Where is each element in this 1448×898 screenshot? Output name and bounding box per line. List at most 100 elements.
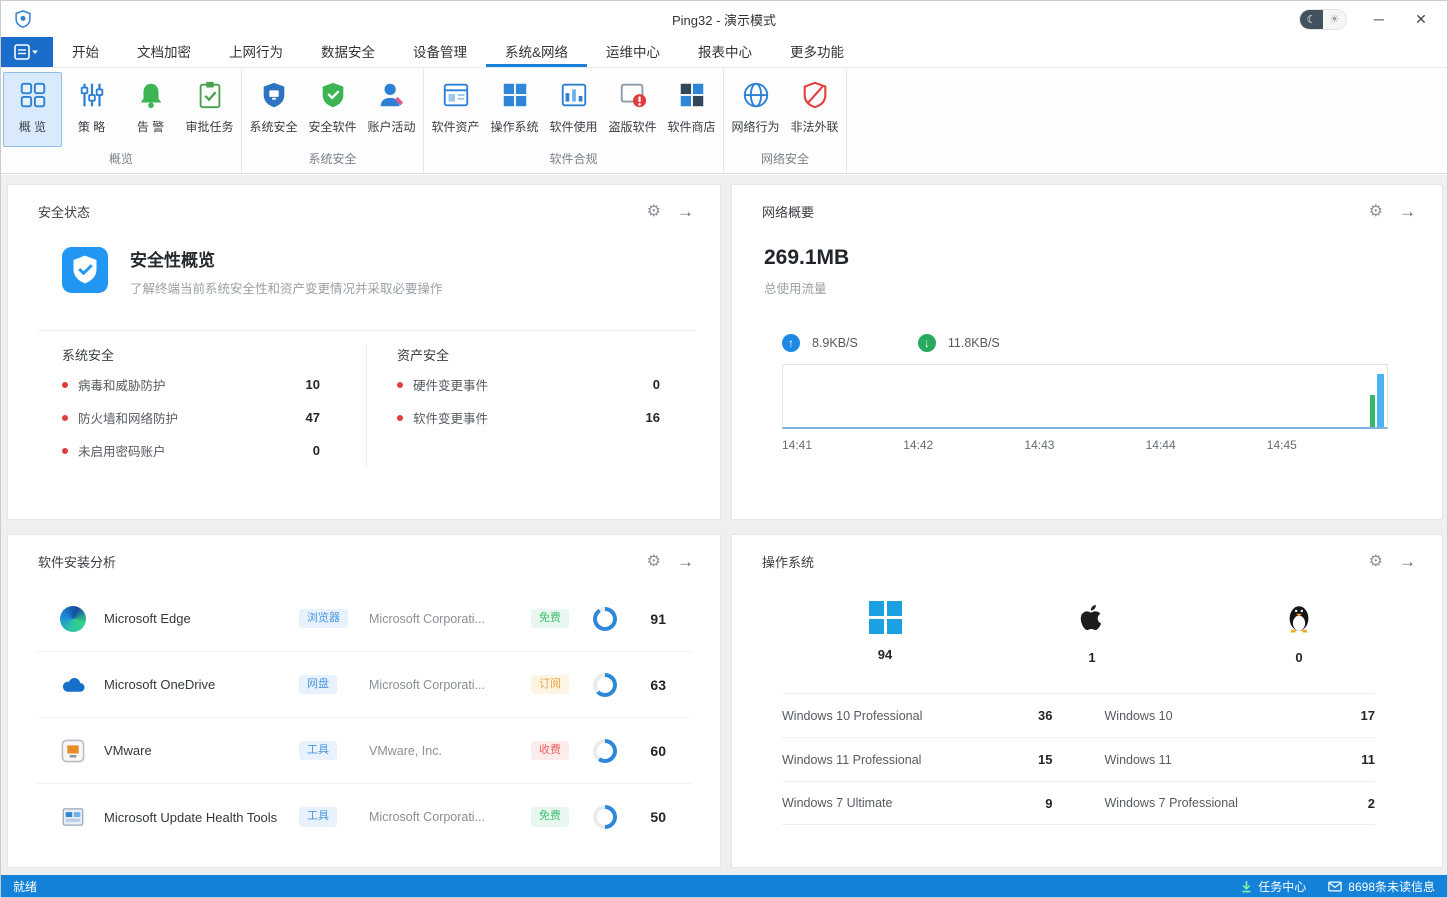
os-card-title: 操作系统: [762, 552, 814, 571]
ribbon-item-account-activity[interactable]: 账户活动: [362, 72, 421, 147]
ribbon-item-overview[interactable]: 概 览: [3, 72, 62, 147]
unread-messages-button[interactable]: 8698条未读信息: [1328, 878, 1435, 895]
column-title: 资产安全: [397, 345, 660, 364]
main-content: 安全状态 ⚙ → 安全性概览 了解终端当前系统安全性和资产变更情况并采取必要操作…: [1, 175, 1447, 877]
gear-icon[interactable]: ⚙: [647, 554, 661, 570]
group-label-system-security: 系统安全: [242, 147, 423, 173]
apple-logo-icon: [1077, 601, 1107, 637]
table-row[interactable]: Windows 7 Ultimate9 Windows 7 Profession…: [782, 781, 1375, 825]
ribbon-item-approval-tasks[interactable]: 审批任务: [180, 72, 239, 147]
tab-more-features[interactable]: 更多功能: [771, 37, 863, 67]
table-row[interactable]: Windows 10 Professional36 Windows 1017: [782, 693, 1375, 737]
network-total-label: 总使用流量: [764, 278, 1442, 297]
platform-linux[interactable]: 0: [1264, 601, 1334, 665]
ribbon-item-system-security[interactable]: 系统安全: [244, 72, 303, 147]
software-row-vmware[interactable]: VMware 工具 VMware, Inc. 收费 60: [36, 718, 692, 784]
app-logo-icon: [13, 9, 33, 29]
overview-grid-icon: [18, 80, 48, 110]
upload-icon: ↑: [782, 334, 800, 352]
platform-windows[interactable]: 94: [850, 601, 920, 665]
card-software-analysis: 软件安装分析 ⚙ → Microsoft Edge 浏览器 Microsoft …: [7, 534, 721, 868]
alert-bell-icon: [136, 80, 166, 110]
progress-ring: [593, 805, 617, 829]
arrow-right-icon[interactable]: →: [1399, 203, 1416, 220]
minimize-button[interactable]: ─: [1369, 11, 1389, 27]
download-icon: ↓: [918, 334, 936, 352]
arrow-right-icon[interactable]: →: [1399, 553, 1416, 570]
sun-icon[interactable]: ☀: [1323, 9, 1346, 30]
download-bar: [1370, 395, 1375, 427]
divider: [38, 330, 696, 331]
ribbon-item-pirated-software[interactable]: 盗版软件: [603, 72, 662, 147]
license-badge: 免费: [531, 609, 569, 628]
license-badge: 免费: [531, 807, 569, 826]
progress-ring: [593, 673, 617, 697]
pirated-warning-icon: [618, 80, 648, 110]
software-asset-window-icon: [441, 80, 471, 110]
network-traffic-chart[interactable]: [782, 364, 1388, 429]
table-row[interactable]: Windows 11 Professional15 Windows 1111: [782, 737, 1375, 781]
stat-row-software-change[interactable]: 软件变更事件 16: [397, 401, 660, 434]
windows-logo-icon: [869, 601, 902, 634]
approval-clipboard-icon: [195, 80, 225, 110]
tab-report-center[interactable]: 报表中心: [679, 37, 771, 67]
progress-ring: [593, 739, 617, 763]
ribbon-item-software-assets[interactable]: 软件资产: [426, 72, 485, 147]
category-badge: 工具: [299, 741, 337, 760]
vmware-app-icon: [60, 738, 86, 764]
stat-row-virus-protection[interactable]: 病毒和威胁防护 10: [62, 368, 320, 401]
arrow-right-icon[interactable]: →: [677, 203, 694, 220]
stat-row-firewall-protection[interactable]: 防火墙和网络防护 47: [62, 401, 320, 434]
gear-icon[interactable]: ⚙: [1369, 554, 1383, 570]
ribbon-group-software-compliance: 软件资产 操作系统 软件使用 盗版软件 软件商店 软件合规: [424, 68, 724, 173]
software-store-icon: [677, 80, 707, 110]
close-button[interactable]: ✕: [1411, 11, 1431, 28]
ribbon-item-network-behavior[interactable]: 网络行为: [726, 72, 785, 147]
chart-time-axis: 14:41 14:42 14:43 14:44 14:45: [782, 438, 1388, 454]
tab-device-mgmt[interactable]: 设备管理: [394, 37, 486, 67]
category-badge: 网盘: [299, 675, 337, 694]
platform-apple[interactable]: 1: [1057, 601, 1127, 665]
theme-toggle[interactable]: ☾ ☀: [1299, 9, 1347, 30]
tab-data-security[interactable]: 数据安全: [302, 37, 394, 67]
software-row-onedrive[interactable]: Microsoft OneDrive 网盘 Microsoft Corporat…: [36, 652, 692, 718]
stat-row-hardware-change[interactable]: 硬件变更事件 0: [397, 368, 660, 401]
ribbon-item-operating-system[interactable]: 操作系统: [485, 72, 544, 147]
ribbon-item-policy[interactable]: 策 略: [62, 72, 121, 147]
card-operating-systems: 操作系统 ⚙ → 94 1 0: [731, 534, 1443, 868]
stat-row-no-password-accounts[interactable]: 未启用密码账户 0: [62, 434, 320, 467]
card-network-summary: 网络概要 ⚙ → 269.1MB 总使用流量 ↑ 8.9KB/S ↓ 11.8K…: [731, 184, 1443, 520]
ribbon-item-security-software[interactable]: 安全软件: [303, 72, 362, 147]
download-speed: 11.8KB/S: [948, 336, 1000, 350]
upload-bar: [1377, 374, 1384, 427]
category-badge: 工具: [299, 807, 337, 826]
arrow-right-icon[interactable]: →: [677, 553, 694, 570]
tab-doc-encryption[interactable]: 文档加密: [118, 37, 210, 67]
ribbon-group-overview: 概 览 策 略 告 警 审批任务 概览: [1, 68, 242, 173]
task-center-button[interactable]: 任务中心: [1241, 878, 1306, 895]
window-title: Ping32 - 演示模式: [672, 10, 776, 29]
tab-start[interactable]: 开始: [53, 37, 118, 67]
time-tick: 14:45: [1267, 438, 1297, 452]
ribbon-item-software-usage[interactable]: 软件使用: [544, 72, 603, 147]
install-count: 63: [650, 677, 692, 693]
software-row-edge[interactable]: Microsoft Edge 浏览器 Microsoft Corporati..…: [36, 586, 692, 652]
gear-icon[interactable]: ⚙: [1369, 204, 1383, 220]
system-shield-icon: [259, 80, 289, 110]
gear-icon[interactable]: ⚙: [647, 204, 661, 220]
tab-ops-center[interactable]: 运维中心: [587, 37, 679, 67]
ribbon-item-illegal-connection[interactable]: 非法外联: [785, 72, 844, 147]
ribbon-item-software-store[interactable]: 软件商店: [662, 72, 721, 147]
ribbon-item-alerts[interactable]: 告 警: [121, 72, 180, 147]
tab-system-network[interactable]: 系统&网络: [486, 37, 587, 67]
time-tick: 14:43: [1024, 438, 1054, 452]
tab-web-behavior[interactable]: 上网行为: [210, 37, 302, 67]
green-shield-icon: [318, 80, 348, 110]
download-arrow-icon: [1241, 880, 1252, 893]
moon-icon[interactable]: ☾: [1300, 9, 1323, 30]
globe-icon: [741, 80, 771, 110]
security-overview-subtitle: 了解终端当前系统安全性和资产变更情况并采取必要操作: [130, 278, 443, 297]
file-menu-button[interactable]: [1, 37, 53, 67]
upload-speed: 8.9KB/S: [812, 336, 858, 350]
software-row-update-health-tools[interactable]: Microsoft Update Health Tools 工具 Microso…: [36, 784, 692, 850]
